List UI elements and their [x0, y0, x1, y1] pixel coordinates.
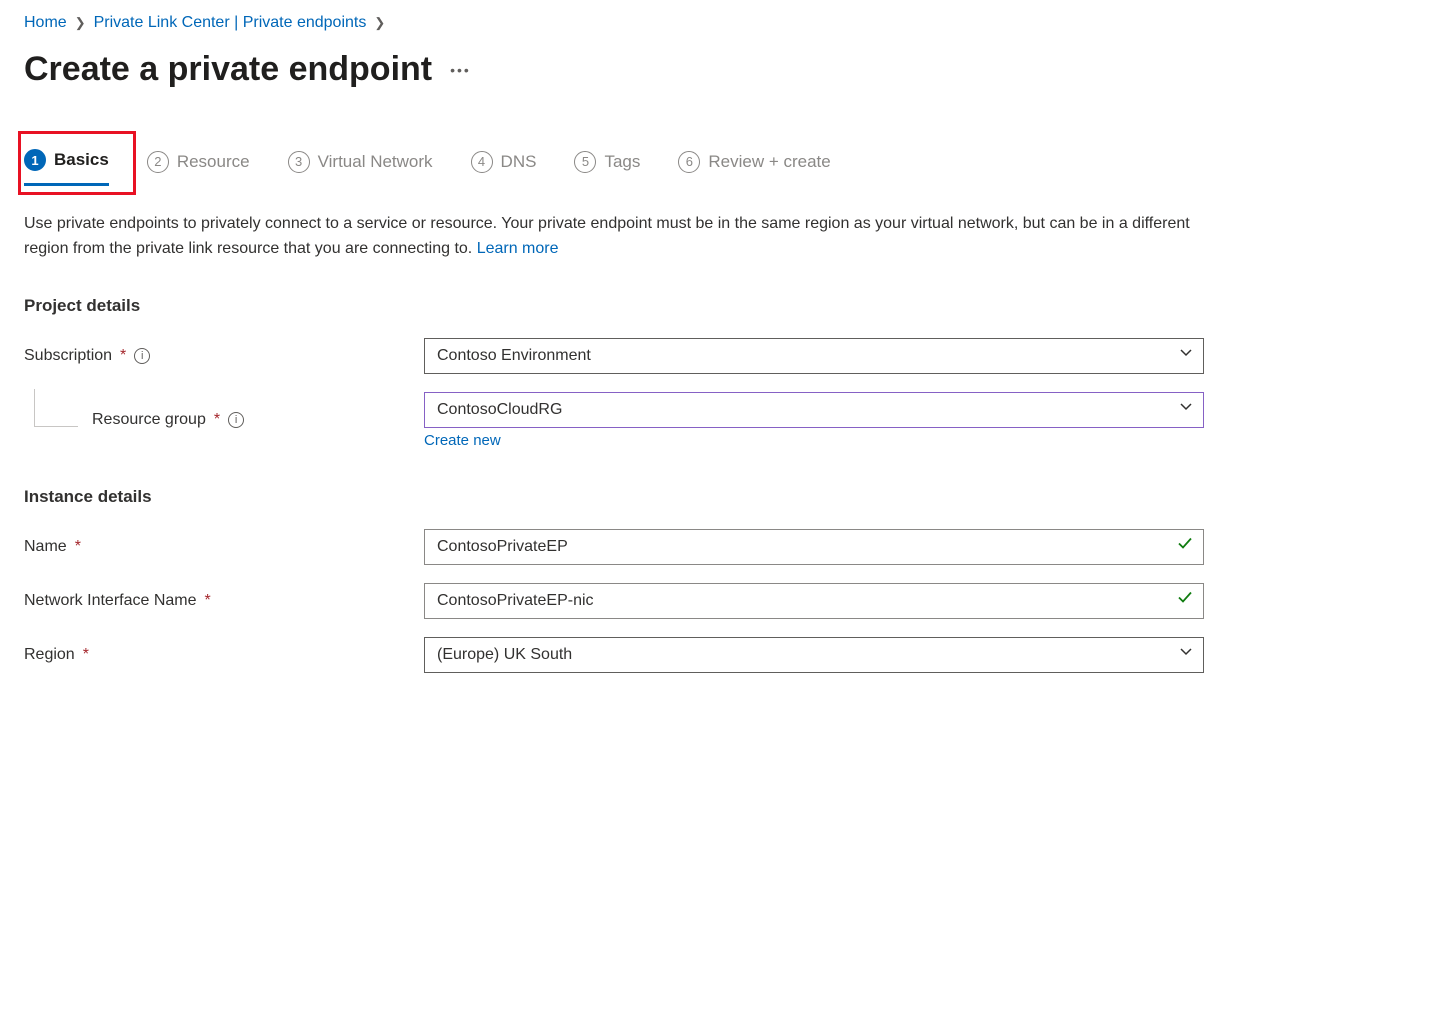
row-resource-group: Resource group * i ContosoCloudRG Create…	[24, 392, 1426, 449]
required-icon: *	[214, 411, 220, 429]
resource-group-select[interactable]: ContosoCloudRG	[424, 392, 1204, 428]
step-number-icon: 1	[24, 149, 46, 171]
row-region: Region * (Europe) UK South	[24, 637, 1426, 673]
tab-resource[interactable]: 2 Resource	[147, 151, 250, 185]
info-icon[interactable]: i	[228, 412, 244, 428]
chevron-right-icon: ❯	[75, 15, 86, 31]
chevron-right-icon: ❯	[374, 15, 385, 31]
create-new-link[interactable]: Create new	[424, 432, 501, 449]
step-number-icon: 5	[574, 151, 596, 173]
row-subscription: Subscription * i Contoso Environment	[24, 338, 1426, 374]
tab-label: Tags	[604, 152, 640, 172]
row-nic-name: Network Interface Name * ContosoPrivateE…	[24, 583, 1426, 619]
wizard-tabs: 1 Basics 2 Resource 3 Virtual Network 4 …	[24, 149, 1426, 186]
label-name: Name	[24, 538, 67, 556]
section-title-project: Project details	[24, 296, 1426, 316]
tab-label: Basics	[54, 150, 109, 170]
step-number-icon: 6	[678, 151, 700, 173]
page-title: Create a private endpoint	[24, 50, 432, 89]
intro-text: Use private endpoints to privately conne…	[24, 212, 1194, 262]
section-project-details: Project details Subscription * i Contoso…	[24, 296, 1426, 449]
tab-label: Resource	[177, 152, 250, 172]
step-number-icon: 2	[147, 151, 169, 173]
chevron-down-icon	[1179, 399, 1193, 421]
tab-label: DNS	[501, 152, 537, 172]
breadcrumb: Home ❯ Private Link Center | Private end…	[24, 14, 1426, 32]
breadcrumb-home[interactable]: Home	[24, 14, 67, 32]
checkmark-icon	[1177, 535, 1193, 558]
label-subscription: Subscription	[24, 347, 112, 365]
more-actions-icon[interactable]: •••	[450, 62, 471, 78]
region-value: (Europe) UK South	[437, 646, 572, 663]
info-icon[interactable]: i	[134, 348, 150, 364]
section-title-instance: Instance details	[24, 487, 1426, 507]
section-instance-details: Instance details Name * ContosoPrivateEP…	[24, 487, 1426, 673]
tab-label: Virtual Network	[318, 152, 433, 172]
tab-dns[interactable]: 4 DNS	[471, 151, 537, 185]
nic-value: ContosoPrivateEP-nic	[437, 592, 594, 609]
learn-more-link[interactable]: Learn more	[477, 240, 559, 257]
tab-tags[interactable]: 5 Tags	[574, 151, 640, 185]
required-icon: *	[83, 646, 89, 664]
name-value: ContosoPrivateEP	[437, 538, 568, 555]
tab-label: Review + create	[708, 152, 830, 172]
label-nic: Network Interface Name	[24, 592, 197, 610]
tab-basics[interactable]: 1 Basics	[24, 149, 109, 186]
breadcrumb-private-link-center[interactable]: Private Link Center | Private endpoints	[94, 14, 367, 32]
step-number-icon: 3	[288, 151, 310, 173]
chevron-down-icon	[1179, 345, 1193, 367]
chevron-down-icon	[1179, 644, 1193, 666]
name-input[interactable]: ContosoPrivateEP	[424, 529, 1204, 565]
required-icon: *	[75, 538, 81, 556]
tab-virtual-network[interactable]: 3 Virtual Network	[288, 151, 433, 185]
label-region: Region	[24, 646, 75, 664]
checkmark-icon	[1177, 589, 1193, 612]
subscription-select[interactable]: Contoso Environment	[424, 338, 1204, 374]
row-name: Name * ContosoPrivateEP	[24, 529, 1426, 565]
tab-review-create[interactable]: 6 Review + create	[678, 151, 830, 185]
resource-group-value: ContosoCloudRG	[437, 401, 562, 418]
required-icon: *	[205, 592, 211, 610]
required-icon: *	[120, 347, 126, 365]
nic-name-input[interactable]: ContosoPrivateEP-nic	[424, 583, 1204, 619]
tree-line-icon	[34, 389, 78, 427]
region-select[interactable]: (Europe) UK South	[424, 637, 1204, 673]
label-resource-group: Resource group	[92, 411, 206, 429]
step-number-icon: 4	[471, 151, 493, 173]
subscription-value: Contoso Environment	[437, 347, 591, 364]
